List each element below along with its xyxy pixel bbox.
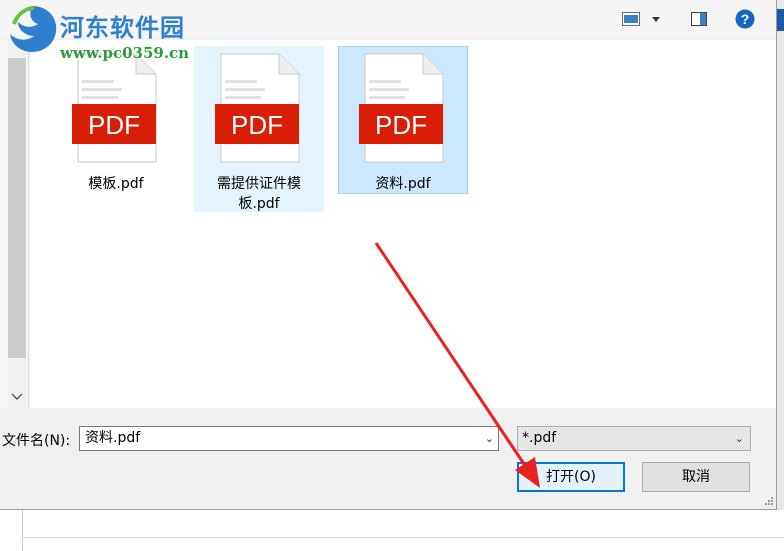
svg-text:PDF: PDF — [375, 110, 427, 140]
pdf-file-icon: PDF — [215, 53, 300, 163]
file-type-value: *.pdf — [522, 430, 557, 446]
watermark-logo-icon — [10, 6, 57, 52]
file-name: 需提供证件模板.pdf — [217, 176, 301, 212]
file-list: PDF 模板.pdf PDF 需提供证件模板.pdf PDF 资料.pdf — [30, 40, 776, 408]
watermark: 河东软件园 www.pc0359.cn — [2, 2, 202, 62]
dialog-footer — [0, 408, 776, 509]
divider — [22, 537, 784, 538]
view-icon — [622, 12, 640, 26]
file-item-hover[interactable]: PDF 需提供证件模板.pdf — [194, 46, 324, 212]
cancel-button[interactable]: 取消 — [642, 462, 750, 492]
navigation-scrollbar-thumb[interactable] — [8, 58, 26, 358]
filename-input[interactable]: 资料.pdf ⌄ — [79, 426, 499, 451]
svg-text:PDF: PDF — [88, 110, 140, 140]
svg-text:PDF: PDF — [231, 110, 283, 140]
help-icon: ? — [735, 9, 755, 29]
file-item-selected[interactable]: PDF 资料.pdf — [338, 46, 468, 194]
preview-pane-button[interactable] — [687, 9, 711, 29]
preview-pane-icon — [691, 12, 707, 26]
background-window-tab — [777, 9, 784, 31]
chevron-down-icon: ⌄ — [734, 432, 744, 445]
pdf-file-icon: PDF — [72, 53, 157, 163]
chevron-down-icon — [652, 16, 660, 22]
filename-value: 资料.pdf — [85, 430, 141, 446]
file-type-select[interactable]: *.pdf ⌄ — [517, 426, 751, 451]
file-name: 资料.pdf — [375, 176, 431, 192]
change-view-button[interactable] — [619, 9, 643, 29]
filename-label: 文件名(N): — [2, 433, 71, 449]
help-button[interactable]: ? — [733, 9, 757, 29]
svg-text:?: ? — [741, 11, 750, 27]
chevron-down-icon[interactable]: ⌄ — [485, 427, 494, 450]
open-button[interactable]: 打开(O) — [517, 462, 625, 492]
watermark-title: 河东软件园 — [60, 13, 185, 42]
view-dropdown-button[interactable] — [648, 9, 664, 29]
window-edge — [777, 0, 784, 510]
file-item[interactable]: PDF 模板.pdf — [51, 46, 181, 212]
watermark-url: www.pc0359.cn — [60, 44, 190, 62]
file-name: 模板.pdf — [88, 176, 144, 192]
pdf-file-icon: PDF — [359, 53, 444, 163]
background-window — [22, 510, 784, 551]
